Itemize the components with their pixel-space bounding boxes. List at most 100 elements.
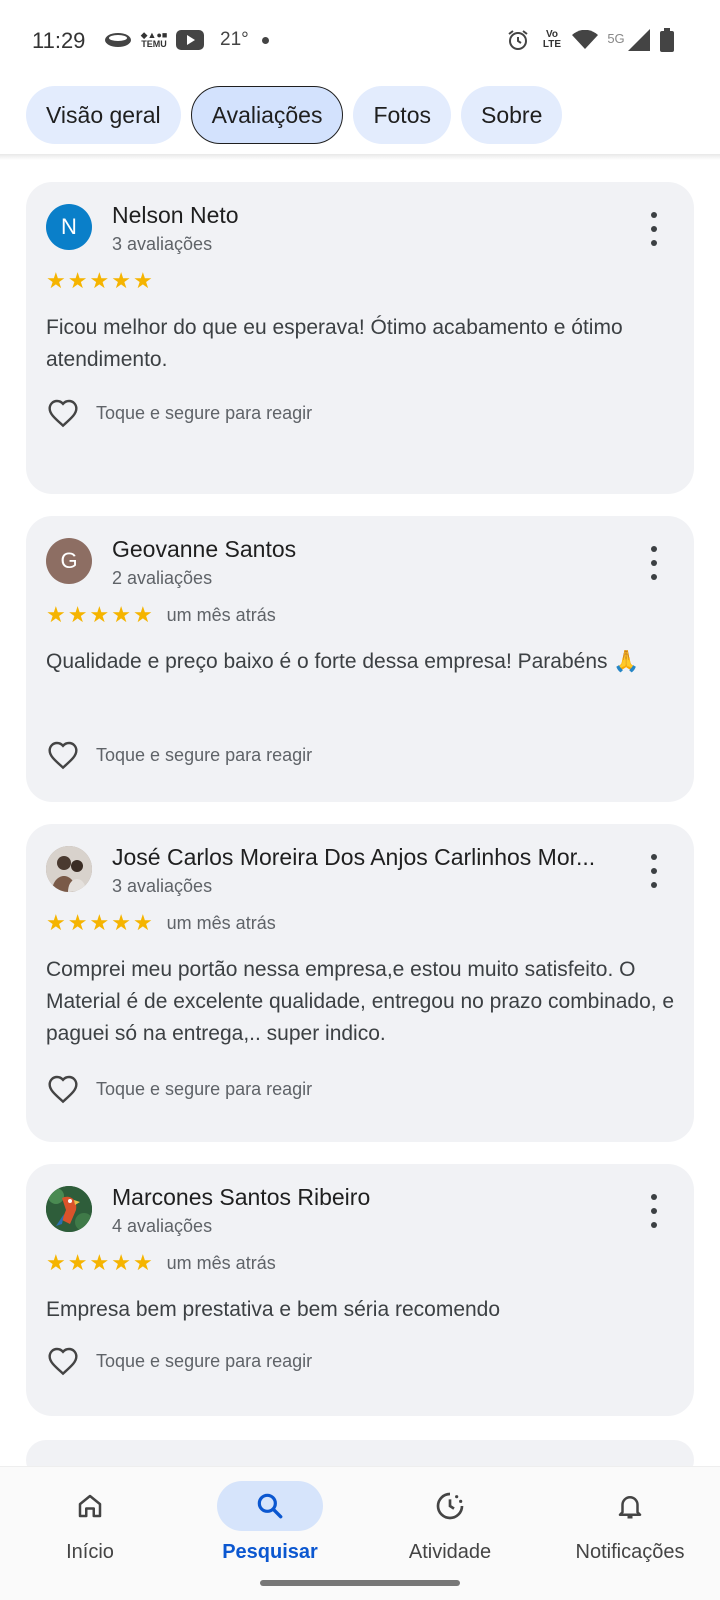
activity-icon[interactable] <box>397 1481 503 1531</box>
eye-icon <box>104 28 132 52</box>
place-tabs: Visão geral Avaliações Fotos Sobre <box>26 86 563 144</box>
star-icon: ★ <box>46 910 66 935</box>
gesture-handle[interactable] <box>260 1580 460 1586</box>
heart-icon[interactable] <box>46 396 80 430</box>
reviewer-name[interactable]: Geovanne Santos <box>112 536 296 563</box>
star-icon: ★ <box>46 268 66 293</box>
review-count: 4 avaliações <box>112 1216 213 1236</box>
star-icon: ★ <box>67 268 88 293</box>
react-label: Toque e segure para reagir <box>96 402 313 423</box>
reviewer-name[interactable]: Nelson Neto <box>112 202 239 229</box>
profile-photo-icon <box>46 846 92 892</box>
volte-icon: Vo LTE <box>542 29 562 50</box>
react-button[interactable]: Toque e segure para reagir <box>46 738 312 772</box>
star-icon: ★ <box>132 910 153 935</box>
star-icon: ★ <box>132 602 153 627</box>
more-options-icon[interactable] <box>644 854 664 888</box>
review-card: G Geovanne Santos 2 avaliações ★ ★ ★ ★ ★ um … <box>26 516 694 802</box>
heart-icon[interactable] <box>46 738 80 772</box>
reviewer-name[interactable]: José Carlos Moreira Dos Anjos Carlinhos … <box>112 844 595 871</box>
home-icon[interactable] <box>37 1481 143 1531</box>
temperature: 21° <box>220 29 249 50</box>
temu-icon: ◆▲●■ TEMU <box>140 30 168 49</box>
star-icon: ★ <box>111 602 131 627</box>
react-button[interactable]: Toque e segure para reagir <box>46 1072 312 1106</box>
alarm-icon <box>506 28 530 52</box>
star-icon: ★ <box>67 602 88 627</box>
nav-notifications[interactable]: Notificações <box>540 1475 720 1575</box>
nav-search[interactable]: Pesquisar <box>180 1475 360 1575</box>
star-icon: ★ <box>89 268 110 293</box>
nav-label: Início <box>66 1541 114 1563</box>
react-label: Toque e segure para reagir <box>96 1078 313 1099</box>
star-icon: ★ <box>111 910 131 935</box>
react-button[interactable]: Toque e segure para reagir <box>46 396 312 430</box>
avatar[interactable]: N <box>46 204 92 250</box>
react-button[interactable]: Toque e segure para reagir <box>46 1344 312 1378</box>
reviewer-name[interactable]: Marcones Santos Ribeiro <box>112 1184 370 1211</box>
nav-activity[interactable]: Atividade <box>360 1475 540 1575</box>
review-text[interactable]: Comprei meu portão nessa empresa,e estou… <box>46 954 676 1050</box>
tab-reviews[interactable]: Avaliações <box>190 86 344 144</box>
star-icon: ★ <box>111 268 131 293</box>
review-text[interactable]: Qualidade e preço baixo é o forte dessa … <box>46 646 676 678</box>
star-icon: ★ <box>89 602 110 627</box>
star-icon: ★ <box>46 1250 66 1275</box>
rating-row: ★ ★ ★ ★ ★ um mês atrás <box>46 1252 276 1274</box>
nav-home[interactable]: Início <box>0 1475 180 1575</box>
review-count: 3 avaliações <box>112 234 213 254</box>
more-options-icon[interactable] <box>644 212 664 246</box>
rating-row: ★ ★ ★ ★ ★ <box>46 270 153 292</box>
star-icon: ★ <box>89 910 110 935</box>
star-icon: ★ <box>67 1250 88 1275</box>
network-type: 5G <box>607 30 625 46</box>
avatar[interactable]: G <box>46 538 92 584</box>
star-icon: ★ <box>46 602 66 627</box>
tab-photos[interactable]: Fotos <box>353 86 451 144</box>
star-rating: ★ ★ ★ ★ ★ <box>46 270 153 292</box>
wifi-icon <box>572 28 598 52</box>
star-rating: ★ ★ ★ ★ ★ <box>46 912 153 934</box>
battery-icon <box>660 28 674 52</box>
star-rating: ★ ★ ★ ★ ★ <box>46 1252 153 1274</box>
star-icon: ★ <box>132 268 153 293</box>
more-options-icon[interactable] <box>644 1194 664 1228</box>
status-time: 11:29 <box>32 28 86 53</box>
review-card: N Nelson Neto 3 avaliações ★ ★ ★ ★ ★ Ficou m… <box>26 182 694 494</box>
parrot-photo-icon <box>46 1186 92 1232</box>
search-icon[interactable] <box>217 1481 323 1531</box>
avatar[interactable] <box>46 846 92 892</box>
review-text[interactable]: Empresa bem prestativa e bem séria recom… <box>46 1294 676 1326</box>
review-date: um mês atrás <box>166 912 276 933</box>
review-text[interactable]: Ficou melhor do que eu esperava! Ótimo a… <box>46 312 676 376</box>
star-icon: ★ <box>132 1250 153 1275</box>
react-label: Toque e segure para reagir <box>96 1350 313 1371</box>
tab-about[interactable]: Sobre <box>461 86 563 144</box>
heart-icon[interactable] <box>46 1344 80 1378</box>
signal-icon <box>628 28 650 52</box>
review-card: Marcones Santos Ribeiro 4 avaliações ★ ★ ★… <box>26 1164 694 1416</box>
status-bar: 11:29 ◆▲●■ TEMU 21° Vo LTE 5G <box>0 0 720 84</box>
review-date: um mês atrás <box>166 604 276 625</box>
notification-dot <box>262 37 269 44</box>
tab-overview[interactable]: Visão geral <box>26 86 181 144</box>
star-icon: ★ <box>89 1250 110 1275</box>
rating-row: ★ ★ ★ ★ ★ um mês atrás <box>46 912 276 934</box>
review-card: José Carlos Moreira Dos Anjos Carlinhos … <box>26 824 694 1142</box>
nav-label: Pesquisar <box>222 1541 318 1563</box>
tabs-divider <box>0 154 720 160</box>
heart-icon[interactable] <box>46 1072 80 1106</box>
star-icon: ★ <box>67 910 88 935</box>
nav-label: Atividade <box>408 1541 492 1563</box>
nav-label: Notificações <box>575 1541 685 1563</box>
avatar[interactable] <box>46 1186 92 1232</box>
react-label: Toque e segure para reagir <box>96 744 313 765</box>
star-rating: ★ ★ ★ ★ ★ <box>46 604 153 626</box>
review-count: 3 avaliações <box>112 876 213 896</box>
star-icon: ★ <box>111 1250 131 1275</box>
bell-icon[interactable] <box>577 1481 683 1531</box>
review-date: um mês atrás <box>166 1252 276 1273</box>
more-options-icon[interactable] <box>644 546 664 580</box>
youtube-icon <box>176 28 204 52</box>
rating-row: ★ ★ ★ ★ ★ um mês atrás <box>46 604 276 626</box>
